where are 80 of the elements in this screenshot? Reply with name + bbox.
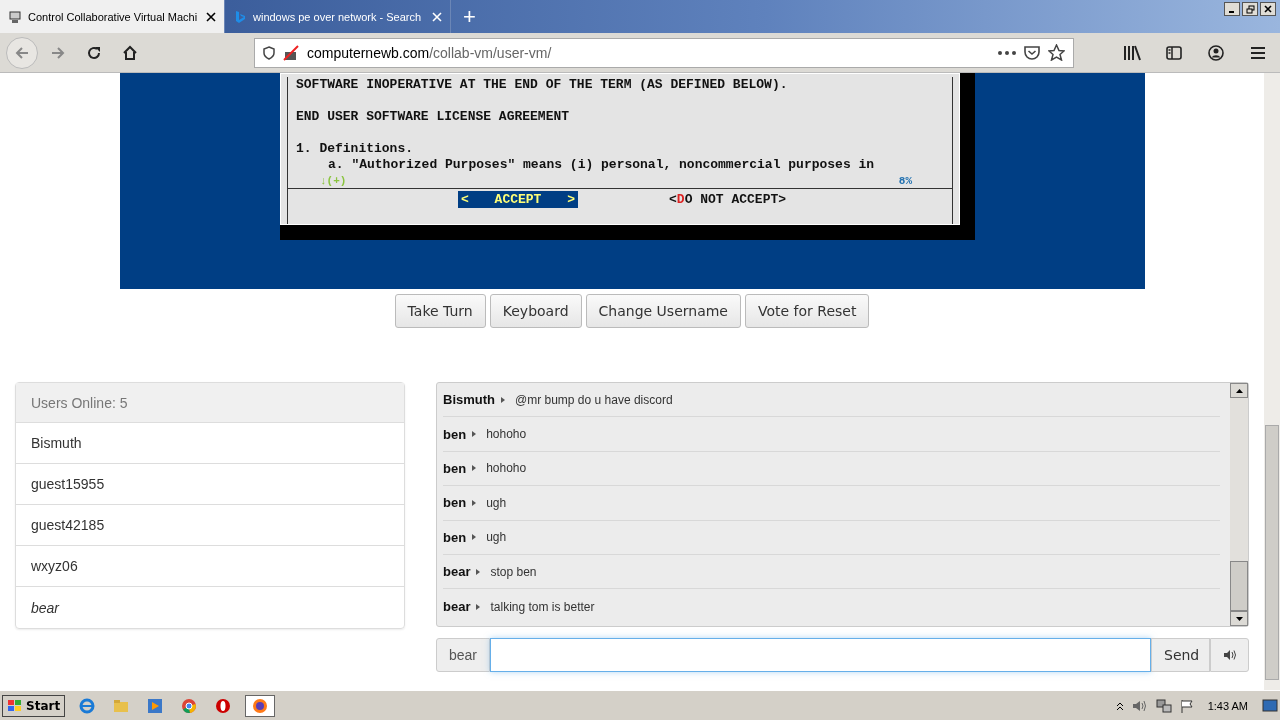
pocket-icon[interactable] [1024,45,1040,60]
restore-icon [1245,4,1255,14]
triangle-icon [476,568,481,575]
triangle-icon [476,603,481,610]
scroll-percent: 8% [898,174,912,188]
vm-control-button[interactable]: Keyboard [489,294,582,328]
user-list-item[interactable]: Bismuth [16,423,404,464]
clock: 1:43 AM [1207,699,1248,712]
chat-text: hohoho [486,427,527,442]
start-button[interactable]: Start [2,694,66,717]
sound-button[interactable] [1210,638,1249,672]
chat-scrollbar[interactable] [1230,383,1248,626]
scroll-thumb[interactable] [1265,425,1279,680]
chat-text: talking tom is better [490,599,595,614]
restore-button[interactable] [1242,2,1258,16]
up-arrow-icon [1235,388,1243,393]
triangle-icon [472,534,477,541]
license-text: SOFTWARE INOPERATIVE AT THE END OF THE TERM (AS DEFINED BELOW). [296,77,789,93]
dialog-option-button[interactable]: < ACCEPT > [458,191,578,208]
chat-text: ugh [486,495,507,510]
firefox-icon[interactable] [245,694,276,717]
license-text: END USER SOFTWARE LICENSE AGREEMENT [296,109,571,125]
show-desktop-icon[interactable] [1262,698,1278,713]
left-arrow-icon [14,44,30,61]
user-list-item[interactable]: bear [16,587,404,628]
chat-username: ben [443,495,467,511]
vm-control-button[interactable]: Take Turn [394,294,486,328]
windows-logo-icon [7,698,23,713]
triangle-icon [501,396,505,403]
chat-text: stop ben [490,564,537,579]
dialog-option-button[interactable]: <DO NOT ACCEPT> [666,191,790,208]
computer-icon [8,9,22,24]
speaker-icon [1222,649,1237,661]
down-arrow-icon [1235,616,1243,621]
shield-icon [263,45,275,60]
chat-username: ben [443,529,467,545]
chat-username-label: bear [436,638,491,672]
scroll-thumb[interactable] [1230,561,1248,611]
more-icon[interactable] [998,50,1016,55]
scroll-hint: ↓(+) [320,174,347,188]
new-tab-button[interactable]: + [451,3,488,30]
vm-control-button[interactable]: Vote for Reset [745,294,870,328]
chevron-up-icon[interactable] [1115,700,1124,711]
user-list-item[interactable]: guest15955 [16,464,404,505]
chat-username: ben [443,426,467,442]
chat-text: ugh [486,530,507,545]
user-list-item[interactable]: guest42185 [16,505,404,546]
chat-username: Bismuth [443,392,495,408]
right-arrow-icon [50,44,66,61]
search-logo-icon [233,9,247,24]
chat-text: hohoho [486,461,527,476]
insecure-lock-icon [283,44,299,61]
star-icon[interactable] [1048,44,1065,61]
user-list-item[interactable]: wxyz06 [16,546,404,587]
chat-username: bear [443,564,471,580]
page-scrollbar[interactable] [1264,73,1280,690]
chat-text: @mr bump do u have discord [515,392,673,407]
reload-icon [86,44,102,61]
close-icon [1264,5,1272,13]
flag-icon[interactable] [1179,698,1194,713]
users-online-header: Users Online: 5 [16,383,404,423]
send-button[interactable]: Send [1151,638,1210,672]
triangle-icon [472,465,477,472]
license-text: a. "Authorized Purposes" means (i) personal, noncommercial purposes in [327,157,876,173]
license-text: 1. Definitions. [296,141,415,157]
chat-username: bear [443,599,471,615]
vm-control-button[interactable]: Change Username [585,294,741,328]
triangle-icon [472,431,477,438]
chat-username: ben [443,460,467,476]
minimize-button[interactable] [1224,2,1240,16]
browser-tab[interactable]: Control Collaborative Virtual Machi [0,0,225,33]
network-icon[interactable] [1155,698,1172,713]
chat-input-field[interactable] [490,638,1151,672]
close-button[interactable] [1260,2,1276,16]
close-icon[interactable] [206,11,216,22]
address-bar[interactable]: computernewb.com/collab-vm/user-vm/ [254,37,1074,68]
back-button[interactable] [6,36,38,69]
speaker-icon[interactable] [1131,698,1148,713]
home-icon [122,44,138,61]
triangle-icon [472,499,477,506]
